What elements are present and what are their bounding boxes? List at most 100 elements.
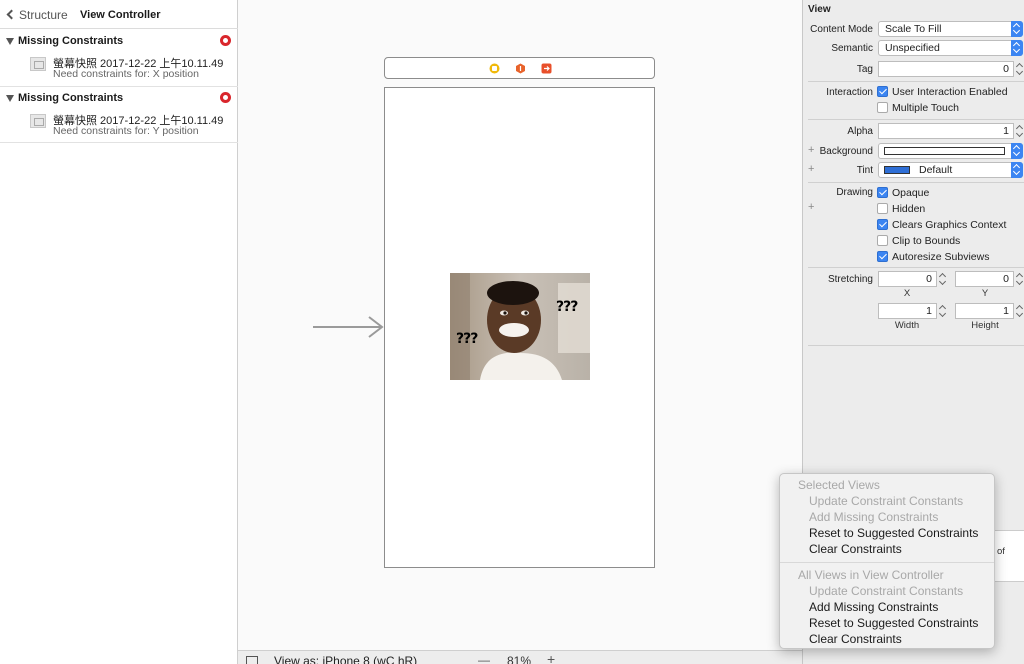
clears-graphics-label: Clears Graphics Context (892, 219, 1007, 231)
divider (808, 119, 1024, 120)
tint-color-popup[interactable]: Default (878, 162, 1023, 178)
image-file-icon (30, 57, 46, 71)
divider (808, 81, 1024, 82)
menu-item-reset-suggested-all[interactable]: Reset to Suggested Constraints (780, 616, 994, 632)
background-label: Background (819, 146, 873, 157)
content-mode-popup[interactable]: Scale To Fill (878, 21, 1023, 37)
tint-swatch (884, 166, 910, 174)
stretch-height-stepper[interactable] (1016, 304, 1024, 318)
autoresize-checkbox[interactable] (877, 251, 888, 262)
stretch-y-caption: Y (981, 288, 989, 299)
alpha-stepper[interactable] (1016, 124, 1024, 138)
error-icon (220, 92, 231, 103)
hidden-label: Hidden (892, 203, 926, 215)
stretching-label: Stretching (827, 274, 873, 285)
exit-icon[interactable] (541, 63, 552, 74)
opaque-label: Opaque (892, 187, 930, 199)
canvas-bottom-bar: View as: iPhone 8 (wC hR) — 81% + (238, 650, 802, 664)
menu-item-add-missing-all[interactable]: Add Missing Constraints (780, 600, 994, 616)
issue-group-header[interactable]: Missing Constraints (0, 90, 238, 108)
tag-field[interactable]: 0 (878, 61, 1014, 77)
issue-group-title: Missing Constraints (18, 35, 124, 47)
drawing-label: Drawing (836, 187, 873, 198)
clears-graphics-checkbox[interactable] (877, 219, 888, 230)
popup-arrows-icon (1011, 162, 1023, 178)
tag-stepper[interactable] (1016, 62, 1024, 76)
stretch-height-caption: Height (971, 320, 999, 331)
menu-item-clear-all[interactable]: Clear Constraints (780, 632, 994, 648)
breadcrumb-title: View Controller (80, 9, 161, 21)
content-mode-label: Content Mode (810, 24, 873, 35)
user-interaction-checkbox[interactable] (877, 86, 888, 97)
semantic-popup[interactable]: Unspecified (878, 40, 1023, 56)
menu-separator (780, 562, 994, 563)
content-mode-value: Scale To Fill (885, 23, 942, 35)
menu-item-update-constants-selected: Update Constraint Constants (809, 494, 964, 508)
background-color-popup[interactable] (878, 143, 1023, 159)
menu-item-update-constants-all: Update Constraint Constants (809, 584, 964, 598)
question-marks-right: ??? (556, 299, 578, 315)
issue-navigator: Structure View Controller Missing Constr… (0, 0, 238, 664)
popup-arrows-icon (1011, 21, 1023, 37)
breadcrumb: Structure View Controller (0, 0, 238, 29)
popup-arrows-icon (1011, 143, 1023, 159)
alpha-field[interactable]: 1 (878, 123, 1014, 139)
issue-detail: Need constraints for: Y position (53, 125, 199, 137)
issue-group-header[interactable]: Missing Constraints (0, 33, 238, 51)
view-controller-icon[interactable] (489, 63, 500, 74)
menu-header-selected: Selected Views (798, 478, 880, 492)
popup-arrows-icon (1011, 40, 1023, 56)
menu-item-add-missing-selected: Add Missing Constraints (809, 510, 939, 524)
zoom-level: 81% (507, 654, 532, 664)
issue-item[interactable]: 螢幕快照 2017-12-22 上午10.11.49 Need constrai… (30, 55, 235, 83)
multiple-touch-checkbox[interactable] (877, 102, 888, 113)
stretch-y-field[interactable]: 0 (955, 271, 1014, 287)
error-icon (220, 35, 231, 46)
menu-item-reset-suggested-selected[interactable]: Reset to Suggested Constraints (780, 526, 994, 542)
zoom-out-button[interactable]: — (478, 653, 490, 664)
inspector-section-title: View (808, 4, 831, 15)
interaction-label: Interaction (826, 87, 873, 98)
stretch-x-field[interactable]: 0 (878, 271, 937, 287)
add-variation-icon[interactable]: + (808, 201, 814, 213)
issue-group-title: Missing Constraints (18, 92, 124, 104)
divider (808, 345, 1024, 346)
resolve-auto-layout-menu: Selected Views Update Constraint Constan… (779, 473, 995, 649)
opaque-checkbox[interactable] (877, 187, 888, 198)
tag-label: Tag (856, 64, 873, 75)
multiple-touch-label: Multiple Touch (892, 102, 959, 114)
zoom-in-button[interactable]: + (547, 651, 555, 664)
first-responder-icon[interactable] (515, 63, 526, 74)
divider (0, 86, 238, 87)
image-view[interactable]: ??? ??? (450, 273, 590, 380)
divider (808, 267, 1024, 268)
back-button[interactable]: Structure (6, 8, 68, 22)
issue-item[interactable]: 螢幕快照 2017-12-22 上午10.11.49 Need constrai… (30, 112, 235, 140)
stretch-width-caption: Width (894, 320, 920, 331)
user-interaction-label: User Interaction Enabled (892, 86, 1008, 98)
disclosure-triangle-icon[interactable] (6, 95, 14, 102)
image-file-icon (30, 114, 46, 128)
semantic-value: Unspecified (885, 42, 940, 54)
scene-dock[interactable] (384, 57, 655, 79)
view-as-button[interactable]: View as: iPhone 8 (wC hR) (274, 654, 417, 664)
library-panel-peek: of (995, 530, 1024, 582)
stretch-width-field[interactable]: 1 (878, 303, 937, 319)
clip-to-bounds-checkbox[interactable] (877, 235, 888, 246)
stretch-x-stepper[interactable] (939, 272, 947, 286)
disclosure-triangle-icon[interactable] (6, 38, 14, 45)
stretch-height-field[interactable]: 1 (955, 303, 1014, 319)
menu-item-clear-selected[interactable]: Clear Constraints (780, 542, 994, 558)
clip-to-bounds-label: Clip to Bounds (892, 235, 961, 247)
stretch-x-caption: X (903, 288, 911, 299)
background-swatch (884, 147, 1005, 155)
toggle-outline-icon[interactable] (246, 656, 258, 664)
tint-label: Tint (856, 165, 873, 176)
stretch-y-stepper[interactable] (1016, 272, 1024, 286)
stretch-width-stepper[interactable] (939, 304, 947, 318)
autoresize-label: Autoresize Subviews (892, 251, 990, 263)
question-marks-left: ??? (456, 331, 478, 347)
issue-detail: Need constraints for: X position (53, 68, 199, 80)
hidden-checkbox[interactable] (877, 203, 888, 214)
initial-view-controller-arrow-icon (313, 316, 385, 338)
